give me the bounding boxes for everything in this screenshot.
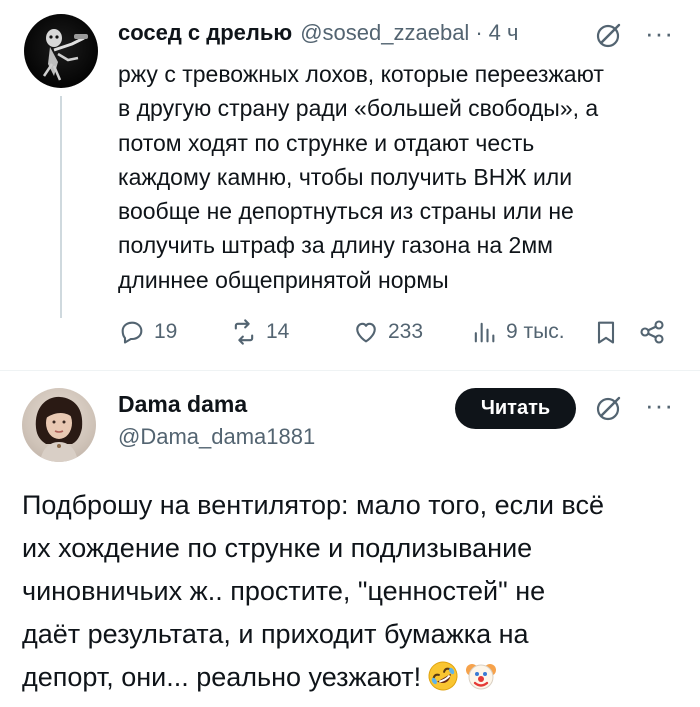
more-horizontal-icon[interactable]: ··· bbox=[645, 391, 679, 419]
views-chart-icon bbox=[474, 322, 495, 343]
clown-face-emoji bbox=[466, 664, 497, 690]
reply-count: 19 bbox=[154, 320, 178, 343]
tweet-text-line: ржу с тревожных лохов, которые переезжаю… bbox=[118, 61, 604, 87]
grok-icon[interactable] bbox=[594, 393, 624, 423]
tweet-header: сосед с дрелью @sosed_zzaebal · 4 ч bbox=[118, 20, 518, 50]
repost-icon bbox=[234, 319, 254, 345]
tweet-text-line: в другую страну ради «большей свободы», … bbox=[118, 95, 599, 122]
woman-portrait-avatar-image bbox=[35, 396, 83, 462]
reply-button[interactable]: 19 bbox=[118, 316, 177, 348]
header-separator: · bbox=[475, 20, 483, 45]
like-button[interactable]: 233 bbox=[352, 316, 423, 348]
grok-icon[interactable] bbox=[594, 20, 624, 50]
tweet-text-line: их хождение по струнке и подлизывание bbox=[22, 533, 533, 563]
bookmark-button[interactable] bbox=[592, 316, 620, 348]
thread-connector-line bbox=[60, 96, 62, 318]
tweet-timestamp[interactable]: 4 ч bbox=[489, 20, 519, 46]
tweet-text-line: депорт, они... реально уезжают! bbox=[22, 656, 682, 699]
share-icon bbox=[640, 320, 664, 344]
tweet-text-line: потом ходят по струнке и отдают честь bbox=[118, 129, 535, 156]
views-button[interactable]: 9 тыс. bbox=[470, 316, 565, 348]
tweet-text: ржу с тревожных лохов, которые переезжаю… bbox=[118, 57, 678, 297]
tweet-text-line: вообще не депортнуться из страны или не bbox=[118, 198, 574, 225]
repost-count: 14 bbox=[266, 320, 290, 343]
more-horizontal-icon[interactable]: ··· bbox=[645, 19, 679, 47]
tweet-text: Подброшу на вентилятор: мало того, если … bbox=[22, 484, 682, 699]
rolling-on-floor-laughing-emoji bbox=[428, 661, 458, 691]
tweet-text-line: получить штраф за длину газона на 2мм bbox=[118, 232, 553, 259]
tweet-text-line: даёт результата, и приходит бумажка на bbox=[22, 619, 529, 649]
repost-button[interactable]: 14 bbox=[230, 316, 289, 348]
author-avatar[interactable] bbox=[24, 14, 98, 88]
author-handle[interactable]: @sosed_zzaebal bbox=[300, 20, 469, 46]
like-count: 233 bbox=[388, 320, 424, 343]
bookmark-icon bbox=[597, 321, 615, 344]
tweet-text-line: Подброшу на вентилятор: мало того, если … bbox=[22, 490, 604, 520]
author-avatar[interactable] bbox=[22, 388, 96, 462]
tweet-text-line: чиновничьих ж.. простите, "ценностей" не bbox=[22, 576, 546, 606]
author-name[interactable]: сосед с дрелью bbox=[118, 20, 292, 46]
views-count: 9 тыс. bbox=[506, 320, 565, 343]
reply-icon bbox=[121, 321, 143, 344]
tweet-divider bbox=[0, 370, 700, 371]
heart-icon bbox=[356, 322, 376, 343]
tweet-text-line: каждому камню, чтобы получить ВНЖ или bbox=[118, 163, 573, 190]
author-handle[interactable]: @Dama_dama1881 bbox=[118, 424, 315, 450]
tweet-text-line-content: депорт, они... реально уезжают! bbox=[22, 662, 422, 692]
author-name[interactable]: Dama dama bbox=[118, 391, 247, 418]
share-button[interactable] bbox=[638, 316, 666, 348]
tweet-actions-bar: 19 14 233 9 тыс. bbox=[118, 316, 678, 348]
skeleton-avatar-image bbox=[42, 29, 88, 81]
tweet-text-line: длиннее общепринятой нормы bbox=[118, 266, 449, 293]
follow-button[interactable]: Читать bbox=[455, 388, 576, 429]
